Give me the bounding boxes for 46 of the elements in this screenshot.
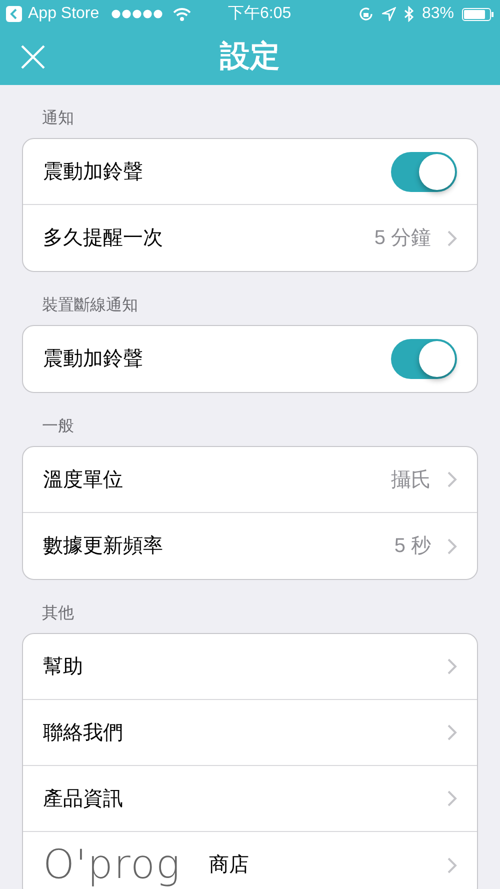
row-label: 數據更新頻率	[43, 534, 163, 559]
chevron-icon	[447, 471, 457, 488]
section-header: 一般	[42, 418, 74, 435]
row-label: 溫度單位	[43, 468, 123, 492]
row-label: 聯絡我們	[43, 720, 123, 746]
section-header: 通知	[42, 110, 74, 127]
row-label: 產品資訊	[43, 786, 123, 812]
chevron-icon	[447, 230, 457, 246]
row-value: 5 分鐘	[374, 226, 431, 251]
signal-icon	[111, 9, 164, 19]
battery-icon	[462, 8, 494, 20]
chevron-icon	[447, 856, 457, 874]
row-label: 震動加鈴聲	[43, 160, 143, 184]
settings-row[interactable]: O'prog 商店	[23, 832, 477, 889]
chevron-icon	[447, 658, 457, 675]
chevron-icon	[447, 538, 457, 554]
section-header: 裝置斷線通知	[42, 297, 138, 314]
row-label: 多久提醒一次	[43, 226, 163, 251]
location-icon	[382, 7, 396, 21]
status-time: 下午6:05	[228, 4, 292, 24]
section-header: 其他	[42, 605, 74, 622]
row-label: 震動加鈴聲	[43, 347, 143, 372]
chevron-icon	[447, 724, 457, 741]
wifi-icon	[173, 8, 192, 20]
row-value: 5 秒	[394, 534, 431, 559]
settings-row[interactable]: 震動加鈴聲	[23, 326, 477, 392]
row-label: 幫助	[43, 654, 83, 680]
settings-row[interactable]: 溫度單位 攝氏	[23, 447, 477, 513]
settings-row[interactable]: 幫助	[23, 634, 477, 700]
toggle-switch[interactable]	[391, 152, 457, 192]
row-label: 商店	[208, 853, 249, 878]
rotation-lock-icon	[358, 6, 374, 22]
settings-row[interactable]: 數據更新頻率 5 秒	[23, 513, 477, 579]
page-title: 設定	[220, 39, 280, 75]
brand-logo: O'prog	[43, 843, 181, 887]
row-value: 攝氏	[391, 468, 431, 492]
close-icon[interactable]	[21, 44, 45, 68]
settings-row[interactable]: 震動加鈴聲	[23, 139, 477, 205]
chevron-icon	[447, 790, 457, 807]
settings-row[interactable]: 產品資訊	[23, 766, 477, 832]
toggle-switch[interactable]	[391, 339, 457, 379]
back-icon[interactable]	[6, 6, 22, 22]
settings-row[interactable]: 多久提醒一次 5 分鐘	[23, 205, 477, 271]
battery-percent: 83%	[422, 4, 454, 24]
settings-row[interactable]: 聯絡我們	[23, 700, 477, 766]
bluetooth-icon	[404, 6, 414, 22]
